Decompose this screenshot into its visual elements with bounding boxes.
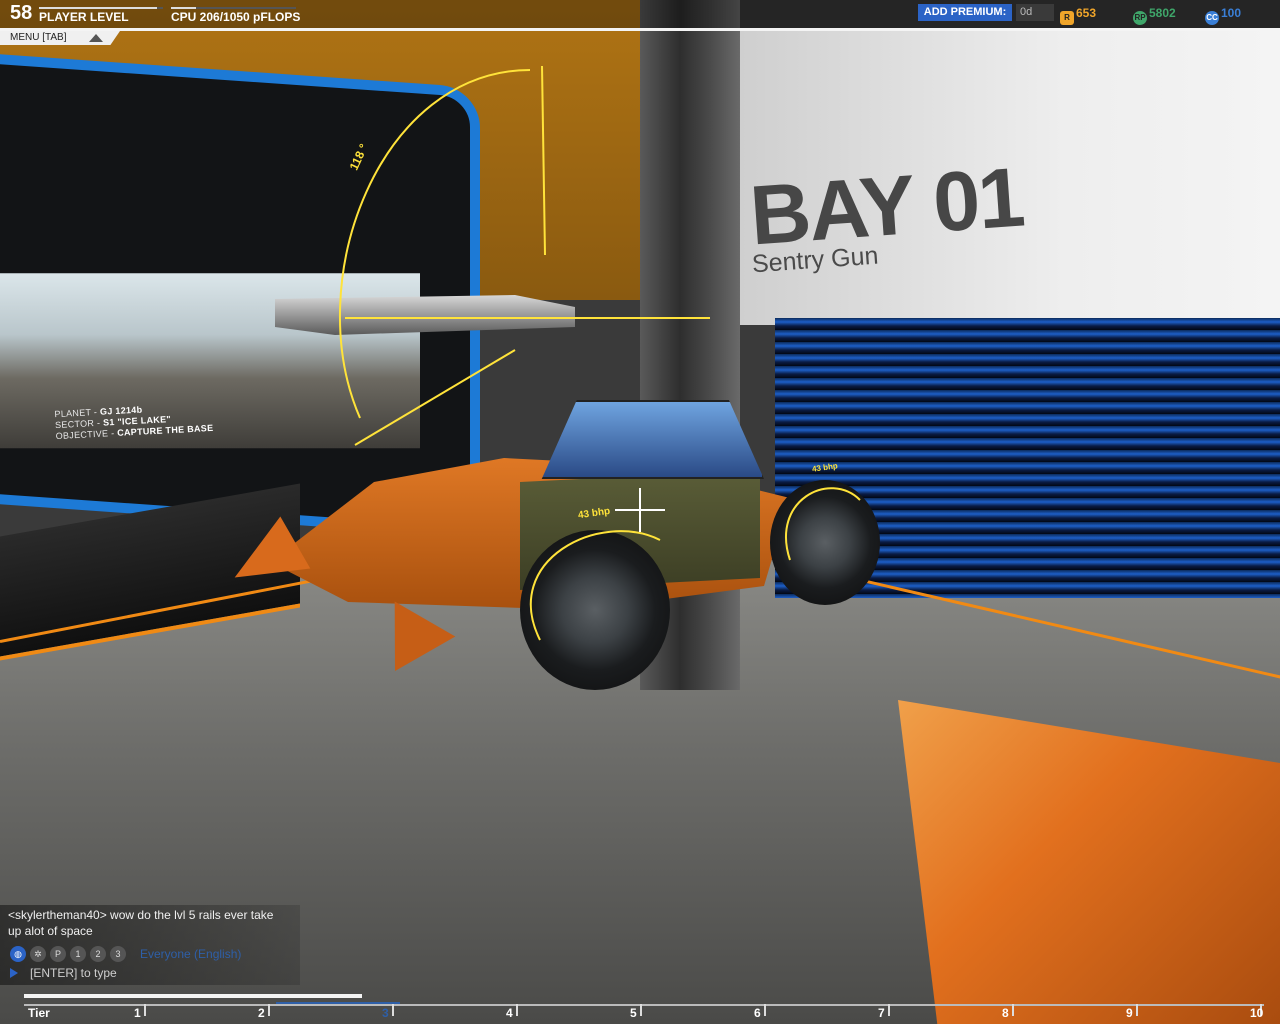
front-wheel-arc [529,530,661,641]
whisper-1-icon[interactable]: 1 [70,946,86,962]
rp-balance[interactable]: RP 5802 [1133,5,1176,25]
menu-tab-label[interactable]: MENU [TAB] [10,31,66,45]
player-level-label: PLAYER LEVEL [39,10,129,24]
tier-label: Tier [28,1006,50,1020]
tier-progress [24,994,362,998]
rotation-arc [338,69,531,419]
tier-tick [268,1004,270,1016]
tier-tick [144,1004,146,1016]
tier-tick [764,1004,766,1016]
aim-guide [354,349,516,446]
top-hud-divider [0,28,1280,31]
tier-number[interactable]: 8 [1002,1006,1009,1020]
add-premium-button[interactable]: ADD PREMIUM: [918,4,1012,21]
robits-value: 653 [1076,6,1097,20]
cpu-usage-bar [171,7,296,9]
tier-number[interactable]: 6 [754,1006,761,1020]
robits-balance[interactable]: R 653 [1060,5,1096,25]
tier-number[interactable]: 7 [878,1006,885,1020]
tier-number[interactable]: 4 [506,1006,513,1020]
tier-number[interactable]: 5 [630,1006,637,1020]
cosmetic-credits-balance[interactable]: CC 100 [1205,5,1241,25]
chat-input[interactable]: [ENTER] to type [30,965,280,981]
robits-icon: R [1060,11,1074,25]
tier-bar: Tier 1 2 3 4 5 6 7 8 9 10 [24,994,1264,1024]
party-icon[interactable]: P [50,946,66,962]
rear-wheel-arc [785,487,861,561]
chat-message: <skylertheman40> wow do the lvl 5 rails … [8,908,274,938]
menu-arrow-icon[interactable] [89,34,103,42]
whisper-2-icon[interactable]: 2 [90,946,106,962]
tier-track [24,1004,1264,1006]
cpu-usage-label: CPU 206/1050 pFLOPS [171,10,301,24]
player-level-number: 58 [10,2,33,24]
tier-number[interactable]: 2 [258,1006,265,1020]
tier-current-segment [276,1002,400,1004]
tier-tick [888,1004,890,1016]
garage-scene: PLANET - GJ 1214b SECTOR - S1 "ICE LAKE"… [0,0,1280,1024]
player-level-progress-fill [39,7,157,9]
globe-icon[interactable]: ◍ [10,946,26,962]
cpu-usage-fill [171,7,196,9]
cc-value: 100 [1221,6,1242,20]
tier-number[interactable]: 1 [134,1006,141,1020]
chat-channel-label[interactable]: Everyone (English) [140,947,241,961]
tier-number[interactable]: 10 [1250,1006,1263,1020]
tier-number[interactable]: 9 [1126,1006,1133,1020]
tier-tick [392,1004,394,1016]
tier-tick [1012,1004,1014,1016]
tier-number[interactable]: 3 [382,1006,389,1020]
cc-icon: CC [1205,11,1219,25]
tier-tick [640,1004,642,1016]
chat-prompt-icon [10,968,18,978]
vertical-guide [541,65,546,256]
rp-value: 5802 [1149,6,1176,20]
chat-channel-icons: ◍ ✲ P 1 2 3 [10,946,126,962]
tier-tick [1136,1004,1138,1016]
tier-tick [516,1004,518,1016]
whisper-3-icon[interactable]: 3 [110,946,126,962]
clan-icon[interactable]: ✲ [30,946,46,962]
rp-icon: RP [1133,11,1147,25]
premium-days-remaining: 0d [1016,4,1054,21]
player-level-progress [39,7,163,9]
